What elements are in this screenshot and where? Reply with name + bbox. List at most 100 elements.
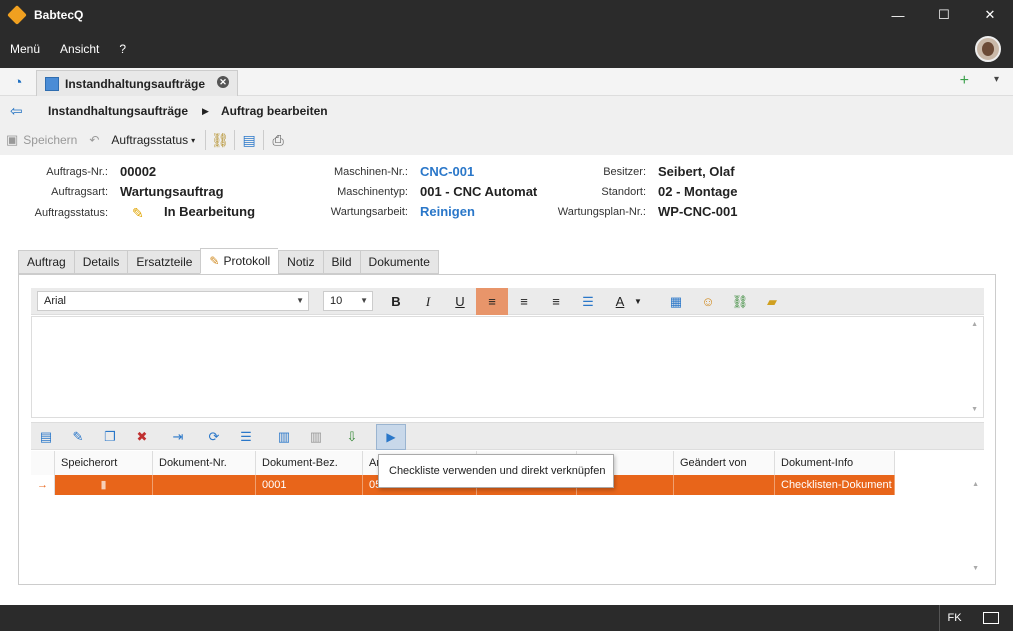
grid-scroll-down-icon[interactable]: ▼	[972, 565, 979, 572]
font-color-dropdown-icon[interactable]: ▼	[630, 288, 646, 315]
rich-text-toolbar: Arial ▼ 10 ▼ B I U ≡ ≡ ≡ ☰ A ▼ ▦ ☺ ⛓ ▰	[31, 288, 984, 315]
grid-scroll-up-icon[interactable]: ▲	[972, 481, 979, 488]
maintenance-plan-label: Wartungsplan-Nr.:	[557, 206, 646, 218]
changed-by-cell[interactable]	[674, 475, 775, 495]
play-icon: ▶	[386, 430, 396, 444]
underline-icon[interactable]: U	[444, 288, 476, 315]
owner-label: Besitzer:	[603, 166, 646, 178]
column-header-speicherort[interactable]: Speicherort	[55, 451, 153, 475]
dashboard-icon[interactable]: ◔	[0, 68, 36, 96]
undo-button[interactable]: ↶	[83, 128, 105, 152]
document-nr-cell[interactable]	[153, 475, 256, 495]
copy-document-icon[interactable]: ❐	[99, 427, 121, 447]
pencil-icon: ✎	[132, 205, 144, 221]
columns-icon[interactable]: ▥	[273, 427, 295, 447]
title-bar: BabtecQ — ☐ ✕	[0, 0, 1013, 30]
add-tab-button[interactable]: +	[960, 72, 969, 90]
close-button[interactable]: ✕	[967, 0, 1013, 30]
tab-details[interactable]: Details	[73, 250, 128, 274]
open-folder-icon[interactable]: ▰	[756, 288, 788, 315]
status-bar: FK	[0, 605, 1013, 631]
use-checklist-button[interactable]: ▶	[376, 424, 406, 450]
menu-item-menu[interactable]: Menü	[10, 42, 40, 56]
main-content: Auftrags-Nr.: 00002 Auftragsart: Wartung…	[0, 155, 1013, 605]
protocol-icon: ✎	[209, 254, 220, 268]
font-size-value: 10	[330, 295, 343, 307]
insert-user-icon[interactable]: ☺	[692, 288, 724, 315]
maintenance-plan-value: WP-CNC-001	[658, 204, 738, 219]
tab-list-dropdown[interactable]: ▾	[994, 74, 999, 85]
refresh-icon[interactable]: ⟳	[203, 427, 225, 447]
menu-item-help[interactable]: ?	[119, 42, 126, 56]
new-document-icon[interactable]: ▤	[35, 427, 57, 447]
column-header-dokument-info[interactable]: Dokument-Info	[775, 451, 895, 475]
bullet-list-icon[interactable]: ☰	[572, 288, 604, 315]
delete-document-icon[interactable]: ✖	[131, 427, 153, 447]
close-tab-icon[interactable]: ✕	[217, 76, 229, 88]
grid-header-marker	[31, 451, 55, 475]
window-controls: — ☐ ✕	[875, 0, 1013, 30]
document-info-cell[interactable]: Checklisten-Dokument	[775, 475, 895, 495]
tab-notiz[interactable]: Notiz	[278, 250, 323, 274]
export-document-icon[interactable]: ⇥	[167, 427, 189, 447]
column-header-geaendert-von[interactable]: Geändert von	[674, 451, 775, 475]
font-family-select[interactable]: Arial ▼	[37, 291, 309, 311]
document-name-cell[interactable]: 0001	[256, 475, 363, 495]
machine-type-value: 001 - CNC Automat	[420, 184, 538, 199]
protocol-text-editor[interactable]: ▲ ▼	[31, 316, 984, 418]
menu-item-view[interactable]: Ansicht	[60, 42, 99, 56]
align-left-icon[interactable]: ≡	[476, 288, 508, 315]
align-center-icon[interactable]: ≡	[508, 288, 540, 315]
font-size-select[interactable]: 10 ▼	[323, 291, 373, 311]
user-avatar[interactable]	[975, 36, 1001, 62]
maintenance-work-label: Wartungsarbeit:	[330, 206, 408, 218]
save-button[interactable]: ▣ Speichern	[0, 128, 83, 152]
insert-link-icon[interactable]: ⛓	[724, 288, 756, 315]
order-status-label: Auftragsstatus	[111, 133, 189, 147]
minimize-button[interactable]: —	[875, 0, 921, 30]
order-type-value: Wartungsauftrag	[120, 184, 224, 199]
breadcrumb-separator-icon: ▶	[202, 105, 209, 116]
tab-auftrag[interactable]: Auftrag	[18, 250, 74, 274]
back-arrow-icon[interactable]: ⇦	[10, 102, 36, 120]
row-current-marker: →	[31, 475, 55, 495]
italic-icon[interactable]: I	[412, 288, 444, 315]
link-icon[interactable]: ⛓	[210, 130, 230, 150]
bold-icon[interactable]: B	[380, 288, 412, 315]
tab-bild[interactable]: Bild	[322, 250, 360, 274]
tab-dokumente[interactable]: Dokumente	[359, 250, 439, 274]
scroll-down-icon[interactable]: ▼	[971, 406, 978, 413]
new-document-icon[interactable]: ▤	[239, 130, 259, 150]
order-status-value: In Bearbeitung	[164, 204, 256, 219]
tab-instandhaltungsauftraege[interactable]: Instandhaltungsaufträge ✕	[36, 70, 238, 96]
insert-table-icon[interactable]: ▦	[660, 288, 692, 315]
storage-location-cell[interactable]: ▮	[55, 475, 153, 495]
location-label: Standort:	[601, 186, 646, 198]
scroll-up-icon[interactable]: ▲	[971, 321, 978, 328]
align-right-icon[interactable]: ≡	[540, 288, 572, 315]
order-status-label: Auftragsstatus:	[34, 207, 108, 219]
column-header-dokument-nr[interactable]: Dokument-Nr.	[153, 451, 256, 475]
protokoll-panel: Arial ▼ 10 ▼ B I U ≡ ≡ ≡ ☰ A ▼ ▦ ☺ ⛓ ▰ ▲…	[18, 274, 996, 585]
tab-ersatzteile[interactable]: Ersatzteile	[127, 250, 201, 274]
list-view-icon[interactable]: ☰	[235, 427, 257, 447]
user-initials[interactable]: FK	[939, 605, 969, 631]
owner-value: Seibert, Olaf	[658, 164, 735, 179]
order-status-dropdown[interactable]: Auftragsstatus ▾	[105, 128, 201, 152]
breadcrumb: ⇦ Instandhaltungsaufträge ▶ Auftrag bear…	[0, 97, 1013, 125]
maximize-button[interactable]: ☐	[921, 0, 967, 30]
toolbar-divider	[205, 130, 207, 150]
mail-icon[interactable]	[983, 612, 999, 624]
document-list-icon	[45, 76, 59, 91]
breadcrumb-root[interactable]: Instandhaltungsaufträge	[48, 104, 188, 118]
tab-protokoll[interactable]: ✎ Protokoll	[200, 248, 279, 274]
file-icon: ▮	[100, 479, 107, 491]
checklist-import-icon[interactable]: ⇩	[341, 427, 363, 447]
maintenance-work-link[interactable]: Reinigen	[420, 204, 475, 219]
order-header: Auftrags-Nr.: 00002 Auftragsart: Wartung…	[0, 155, 1013, 235]
order-nr-value: 00002	[120, 164, 157, 179]
column-header-dokument-bez[interactable]: Dokument-Bez.	[256, 451, 363, 475]
edit-document-icon[interactable]: ✎	[67, 427, 89, 447]
machine-nr-link[interactable]: CNC-001	[420, 164, 474, 179]
print-icon[interactable]: ⎙	[268, 130, 288, 150]
